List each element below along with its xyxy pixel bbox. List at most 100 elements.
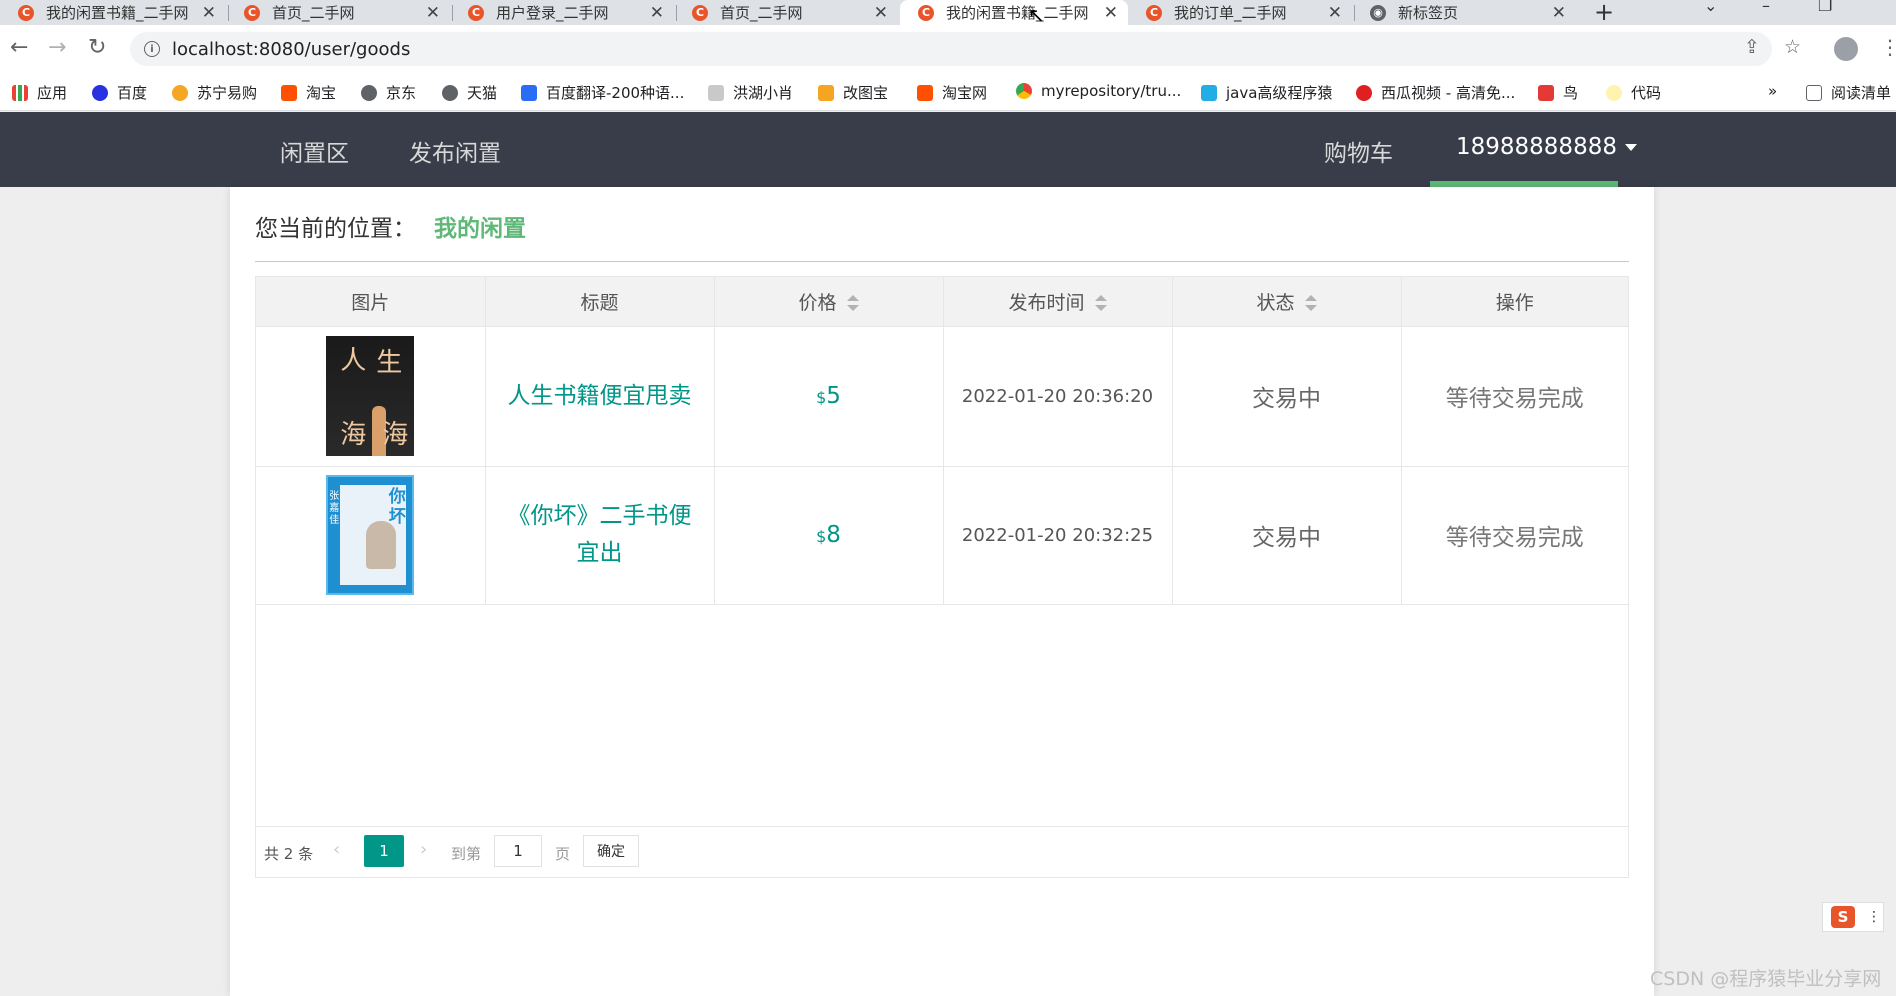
cover-author: 张嘉佳	[329, 491, 340, 526]
book-cover-image[interactable]: 人 生 海 海	[326, 336, 415, 456]
bookmark-item[interactable]: 天猫	[442, 82, 497, 103]
table-header-row: 图片 标题 价格 发布时间 状态 操作	[256, 277, 1628, 327]
current-page-button[interactable]: 1	[364, 835, 404, 867]
browser-tab-active[interactable]: C 我的闲置书籍_二手网 ✕	[900, 0, 1128, 25]
ime-toolbar[interactable]: S ⋮	[1822, 902, 1884, 932]
caret-down-icon	[1624, 144, 1637, 151]
cover-title: 你坏	[388, 487, 406, 527]
close-icon[interactable]: ✕	[1328, 3, 1342, 23]
publish-time: 2022-01-20 20:36:20	[961, 385, 1154, 407]
prev-page-icon[interactable]: ‹	[333, 839, 340, 860]
url-text[interactable]: localhost:8080/user/goods	[172, 39, 410, 60]
address-bar[interactable]: i localhost:8080/user/goods	[130, 32, 1772, 66]
cover-figure	[366, 521, 397, 569]
chrome-favicon-icon: ◉	[1370, 4, 1386, 21]
title-cell: 《你坏》二手书便宜出	[485, 466, 715, 605]
site-info-icon[interactable]: i	[144, 41, 160, 57]
confirm-button[interactable]: 确定	[583, 835, 639, 867]
csdn-favicon-icon: C	[18, 4, 34, 21]
close-icon[interactable]: ✕	[1552, 3, 1566, 23]
bookmark-item[interactable]: 洪湖小肖	[708, 82, 793, 103]
close-icon[interactable]: ✕	[874, 3, 888, 23]
reading-list-icon	[1806, 84, 1822, 101]
restore-icon[interactable]: ❐	[1818, 0, 1832, 15]
nav-idle-zone[interactable]: 闲置区	[280, 134, 349, 168]
cover-char: 海	[382, 420, 409, 450]
col-time-header[interactable]: 发布时间	[943, 277, 1173, 327]
image-cell: 张嘉佳 你坏	[256, 466, 486, 605]
col-image-header: 图片	[256, 277, 486, 327]
bookmark-item[interactable]: myrepository/tru...	[1016, 82, 1181, 100]
col-status-header[interactable]: 状态	[1172, 277, 1402, 327]
goods-title-link[interactable]: 《你坏》二手书便宜出	[505, 498, 695, 572]
nav-shopping-cart[interactable]: 购物车	[1324, 134, 1393, 168]
ime-menu-icon[interactable]: ⋮	[1867, 909, 1881, 925]
bookmark-item[interactable]: 淘宝	[281, 82, 336, 103]
col-title-header: 标题	[485, 277, 715, 327]
bird-red-icon	[1538, 84, 1554, 101]
bookmark-item[interactable]: 西瓜视频 - 高清免...	[1356, 82, 1515, 103]
browser-tab[interactable]: C 首页_二手网 ✕	[226, 0, 450, 25]
nav-publish-idle[interactable]: 发布闲置	[409, 134, 501, 168]
tab-search-chevron-icon[interactable]: ⌄	[1704, 0, 1717, 15]
back-arrow-icon[interactable]: ←	[10, 35, 28, 60]
close-icon[interactable]: ✕	[1104, 3, 1118, 23]
browser-tab[interactable]: C 我的闲置书籍_二手网 ✕	[0, 0, 226, 25]
bookmark-item[interactable]: 京东	[361, 82, 416, 103]
browser-tab[interactable]: C 首页_二手网 ✕	[674, 0, 898, 25]
col-action-header: 操作	[1401, 277, 1628, 327]
bookmark-item[interactable]: 代码	[1606, 82, 1661, 103]
sort-icon[interactable]	[1094, 295, 1107, 312]
bookmark-label: 应用	[37, 84, 68, 102]
close-icon[interactable]: ✕	[202, 3, 216, 23]
price-value: 8	[826, 522, 841, 548]
bookmark-item[interactable]: 淘宝网	[917, 82, 987, 103]
forward-arrow-icon[interactable]: →	[48, 35, 66, 60]
bookmark-label: 改图宝	[843, 84, 889, 102]
bookmark-item[interactable]: 百度	[92, 82, 147, 103]
table-row: 人 生 海 海 人生书籍便宜甩卖 $5 2022-01-20 20:36:20 …	[256, 326, 1628, 467]
table-row: 张嘉佳 你坏 《你坏》二手书便宜出 $8 2022-01-20 20:32:25…	[256, 466, 1628, 605]
star-bookmark-icon[interactable]: ☆	[1784, 36, 1801, 58]
bookmark-item[interactable]: 应用	[12, 82, 67, 103]
new-tab-plus-icon[interactable]: +	[1594, 0, 1614, 26]
user-phone: 18988888888	[1456, 134, 1617, 160]
bookmark-item[interactable]: 改图宝	[818, 82, 888, 103]
translate-icon	[521, 84, 537, 101]
action-cell: 等待交易完成	[1401, 466, 1628, 605]
book-cover-image[interactable]: 张嘉佳 你坏	[326, 475, 415, 595]
total-count: 共 2 条	[264, 845, 314, 863]
bookmark-item[interactable]: 百度翻译-200种语...	[521, 82, 684, 103]
reload-icon[interactable]: ↻	[88, 35, 106, 60]
browser-tab[interactable]: C 用户登录_二手网 ✕	[450, 0, 674, 25]
user-menu[interactable]: 18988888888	[1456, 134, 1637, 160]
status-text: 交易中	[1252, 525, 1321, 551]
browser-tab[interactable]: ◉ 新标签页 ✕	[1352, 0, 1576, 25]
next-page-icon[interactable]: ›	[420, 839, 427, 860]
sort-icon[interactable]	[1304, 295, 1317, 312]
close-icon[interactable]: ✕	[426, 3, 440, 23]
bookmark-item[interactable]: java高级程序猿	[1201, 82, 1332, 103]
goods-title-link[interactable]: 人生书籍便宜甩卖	[505, 378, 695, 415]
breadcrumb: 您当前的位置： 我的闲置	[255, 209, 526, 243]
globe-icon	[442, 84, 458, 101]
profile-avatar-icon[interactable]	[1834, 37, 1858, 61]
menu-kebab-icon[interactable]: ⋮	[1880, 35, 1896, 59]
close-icon[interactable]: ✕	[650, 3, 664, 23]
share-icon[interactable]: ⇪	[1744, 36, 1760, 58]
browser-tab[interactable]: C 我的订单_二手网 ✕	[1128, 0, 1352, 25]
minimize-icon[interactable]: –	[1762, 0, 1770, 15]
reading-list-button[interactable]: 阅读清单	[1806, 82, 1891, 103]
sogou-ime-icon: S	[1831, 906, 1855, 928]
more-bookmarks-button[interactable]: »	[1768, 82, 1777, 100]
sort-icon[interactable]	[846, 295, 859, 312]
bookmark-item[interactable]: 苏宁易购	[172, 82, 257, 103]
xigua-icon	[1356, 84, 1372, 101]
bookmark-item[interactable]: 鸟	[1538, 82, 1578, 103]
tab-title: 我的闲置书籍_二手网	[946, 4, 1089, 22]
goto-page-input[interactable]	[494, 835, 542, 867]
bookmark-label: 洪湖小肖	[733, 84, 794, 102]
col-price-header[interactable]: 价格	[714, 277, 944, 327]
reading-list-label: 阅读清单	[1831, 84, 1892, 102]
bookmark-label: 苏宁易购	[197, 84, 258, 102]
